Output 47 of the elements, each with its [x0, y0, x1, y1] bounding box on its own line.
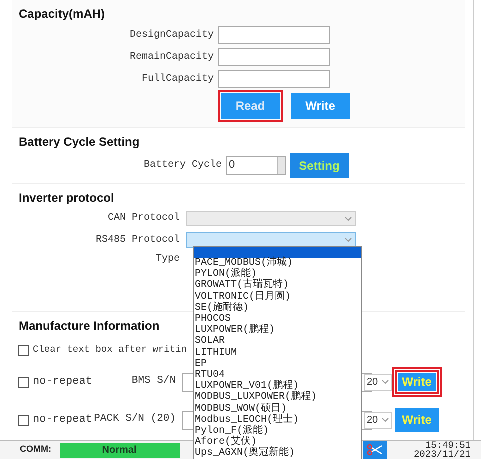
- field-label: CAN Protocol: [106, 212, 181, 226]
- checkbox[interactable]: [18, 344, 29, 356]
- dropdown-option[interactable]: MODBUS_WOW(硕日): [194, 404, 361, 415]
- field-label: DesignCapacity: [128, 28, 215, 42]
- field-label: Battery Cycle: [142, 158, 223, 173]
- comm-label: COMM:: [20, 443, 52, 456]
- dropdown-option[interactable]: LUXPOWER_V01(鹏程): [194, 381, 361, 392]
- checkbox[interactable]: [18, 414, 29, 426]
- checkbox[interactable]: [18, 376, 29, 388]
- dropdown-option[interactable]: EP: [194, 358, 361, 370]
- dropdown-option[interactable]: SE(施耐德): [194, 302, 361, 314]
- checkbox-label: Clear text box after writin: [33, 343, 187, 357]
- section-title: Battery Cycle Setting: [18, 134, 141, 151]
- status-time: 15:49:51: [425, 441, 471, 450]
- checkbox-label: no-repeat: [33, 375, 92, 390]
- chevron-icon: [382, 418, 389, 422]
- dropdown-option[interactable]: VOLTRONIC(日月圆): [194, 292, 361, 303]
- field-label: BMS S/N: [130, 374, 177, 390]
- input-field[interactable]: [218, 70, 330, 88]
- field-label: FullCapacity: [140, 72, 215, 86]
- dropdown-option[interactable]: RTU04: [194, 370, 361, 382]
- dropdown-option[interactable]: LUXPOWER(鹏程): [194, 325, 361, 336]
- comm-status: Normal: [60, 442, 180, 458]
- dropdown-option[interactable]: Ups_AGXN(奥冠新能): [194, 448, 361, 459]
- field-label: Type: [154, 253, 181, 267]
- dropdown-option[interactable]: PHOCOS: [194, 314, 361, 326]
- dropdown-option[interactable]: SOLAR: [194, 336, 361, 348]
- scissors-icon: [366, 444, 382, 456]
- field-label: RemainCapacity: [128, 50, 215, 64]
- input-field[interactable]: [218, 48, 330, 66]
- dropdown-option[interactable]: MODBUS_LUXPOWER(鹏程): [194, 392, 361, 404]
- scissors-button[interactable]: [362, 440, 386, 459]
- input-field[interactable]: [218, 26, 330, 44]
- spinner-value: 0: [228, 158, 236, 174]
- dropdown-option[interactable]: Pylon_F(派能): [194, 426, 361, 438]
- dropdown-option[interactable]: LITHIUM: [194, 348, 361, 359]
- number-spinner[interactable]: 0: [226, 156, 286, 175]
- field-label: RS485 Protocol: [94, 234, 181, 248]
- chevron-icon: [345, 238, 352, 242]
- checkbox-label: no-repeat: [33, 413, 92, 428]
- chevron-icon: [345, 216, 352, 220]
- section-title: Manufacture Information: [18, 318, 160, 335]
- section-title: Capacity(mAH): [18, 6, 106, 23]
- section-title: Inverter protocol: [18, 190, 116, 207]
- dropdown-option[interactable]: GROWATT(古瑞瓦特): [194, 280, 361, 292]
- status-date: 2023/11/21: [414, 450, 471, 459]
- chevron-icon: [382, 380, 389, 384]
